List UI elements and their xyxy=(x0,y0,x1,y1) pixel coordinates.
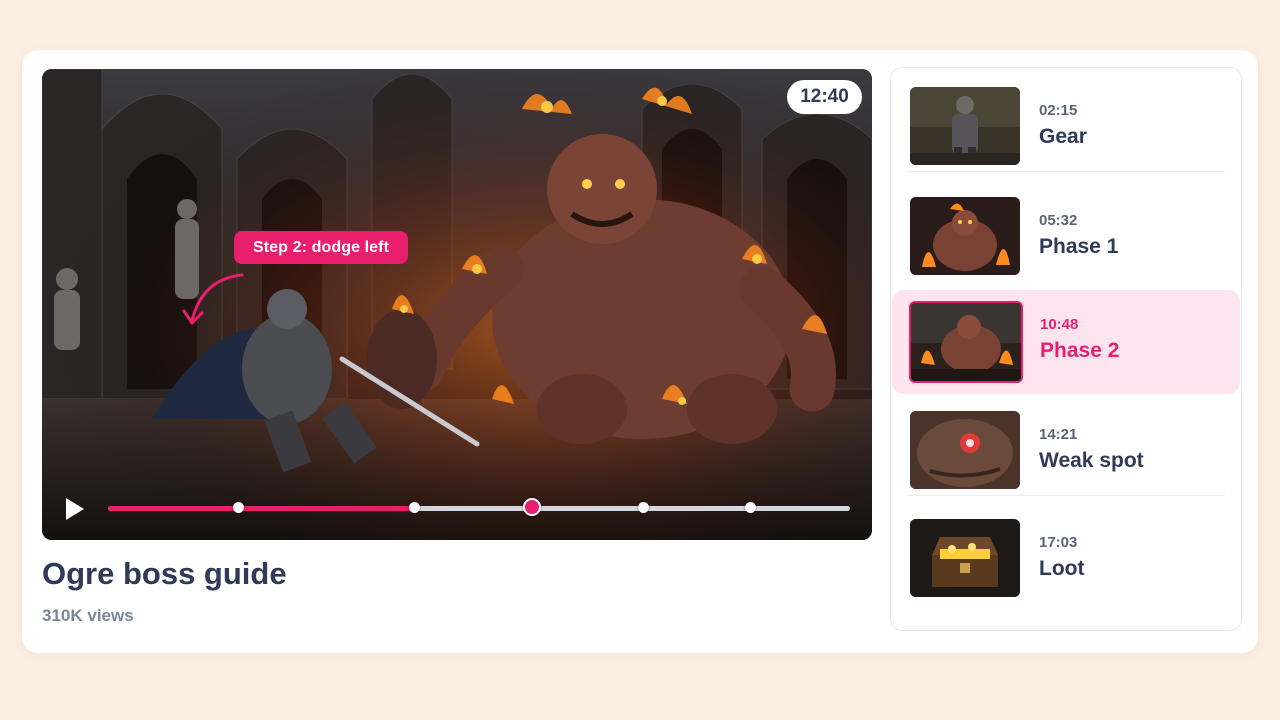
chapter-timestamp: 05:32 xyxy=(1039,212,1078,229)
video-title: Ogre boss guide xyxy=(42,556,287,591)
chapter-thumbnail xyxy=(909,301,1023,383)
annotation-arrow-icon xyxy=(182,273,244,325)
chapter-label: Gear xyxy=(1039,125,1087,148)
chapter-item-weak-spot[interactable]: 14:21 Weak spot xyxy=(891,392,1241,496)
play-icon xyxy=(66,498,84,520)
play-button[interactable] xyxy=(60,495,88,523)
chapter-label: Weak spot xyxy=(1039,449,1144,472)
chapter-marker[interactable] xyxy=(744,502,756,513)
progress-fill xyxy=(108,506,413,511)
view-count: 310K views xyxy=(42,606,134,625)
chapter-timestamp: 02:15 xyxy=(1039,102,1078,119)
video-player[interactable]: 12:40 Step 2: dodge left xyxy=(42,69,872,540)
chapter-thumbnail xyxy=(910,411,1020,489)
chapter-label: Phase 2 xyxy=(1040,339,1120,362)
video-frame-battle-scene xyxy=(42,69,872,540)
chapter-thumbnail xyxy=(910,519,1020,597)
chapter-item-loot[interactable]: 17:03 Loot xyxy=(891,500,1241,604)
chapter-list: 02:15 Gear 05:32 Phase 1 10:48 Phase 2 14:21 We… xyxy=(890,67,1242,631)
chapter-marker[interactable] xyxy=(637,502,649,513)
chapter-timestamp: 10:48 xyxy=(1040,316,1079,333)
progress-bar[interactable] xyxy=(108,498,850,516)
chapter-thumbnail xyxy=(910,87,1020,165)
chapter-label: Phase 1 xyxy=(1039,235,1119,258)
chapter-timestamp: 17:03 xyxy=(1039,534,1078,551)
annotation-callout: Step 2: dodge left xyxy=(234,231,408,264)
current-time-badge: 12:40 xyxy=(787,80,862,114)
chapter-divider xyxy=(907,495,1225,496)
chapter-divider xyxy=(907,171,1225,172)
chapter-thumbnail xyxy=(910,197,1020,275)
chapter-item-phase-2[interactable]: 10:48 Phase 2 xyxy=(892,290,1240,394)
chapter-timestamp: 14:21 xyxy=(1039,426,1078,443)
chapter-label: Loot xyxy=(1039,557,1085,580)
chapter-item-phase-1[interactable]: 05:32 Phase 1 xyxy=(891,178,1241,282)
chapter-item-gear[interactable]: 02:15 Gear xyxy=(891,68,1241,172)
